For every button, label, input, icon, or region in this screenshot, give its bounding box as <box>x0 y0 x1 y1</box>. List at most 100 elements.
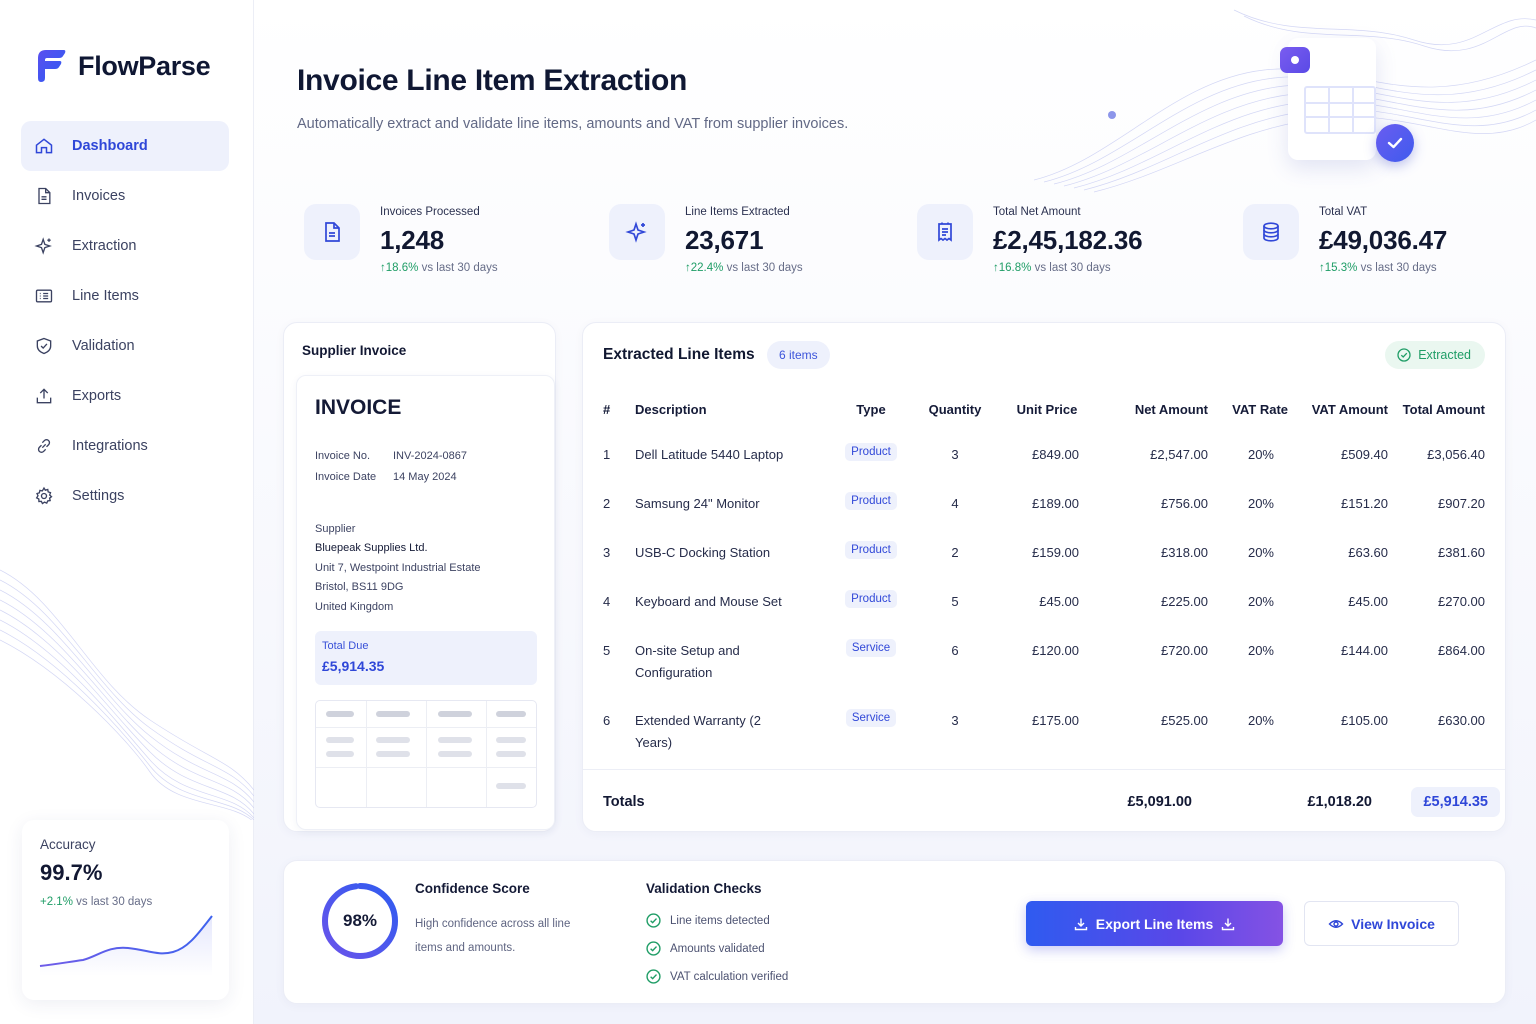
sidebar-nav: Dashboard Invoices Extraction Line Items… <box>21 121 229 521</box>
table-row[interactable]: 2 Samsung 24" Monitor Product 4 £189.00 … <box>583 478 1505 527</box>
stat-label: Invoices Processed <box>380 206 480 218</box>
totals-vat-amount: £1,018.20 <box>1307 794 1372 810</box>
sidebar-item-dashboard[interactable]: Dashboard <box>21 121 229 171</box>
validation-check-label: Amounts validated <box>670 942 765 955</box>
row-total-amount: £864.00 <box>1438 643 1485 658</box>
accuracy-delta-value: +2.1% <box>40 896 73 908</box>
document-icon <box>325 222 340 242</box>
sidebar-item-label: Exports <box>72 388 122 404</box>
stat-invoices-processed: Invoices Processed 1,248 ↑18.6% vs last … <box>304 204 498 274</box>
stat-delta-suffix: vs last 30 days <box>1360 262 1437 274</box>
stat-value: £2,45,182.36 <box>993 225 1143 255</box>
col-header-net-amount[interactable]: Net Amount <box>1097 389 1212 429</box>
validation-check-item: VAT calculation verified <box>646 969 788 984</box>
sidebar-item-extraction[interactable]: Extraction <box>21 221 229 271</box>
row-quantity: 3 <box>951 713 959 728</box>
col-header-vat-rate[interactable]: VAT Rate <box>1212 389 1292 429</box>
stat-total-vat: Total VAT £49,036.47 ↑15.3% vs last 30 d… <box>1243 204 1447 274</box>
export-button-label: Export Line Items <box>1095 915 1214 932</box>
stat-delta-value: 15.3% <box>1324 262 1358 274</box>
shield-check-icon <box>36 337 52 355</box>
sidebar-item-integrations[interactable]: Integrations <box>21 421 229 471</box>
stat-delta: ↑16.8% vs last 30 days <box>993 262 1142 274</box>
totals-label: Totals <box>603 794 645 810</box>
sidebar-item-line-items[interactable]: Line Items <box>21 271 229 321</box>
row-number: 4 <box>603 594 611 609</box>
row-vat-amount: £45.00 <box>1348 594 1388 609</box>
row-net-amount: £525.00 <box>1161 713 1208 728</box>
row-unit-price: £159.00 <box>1032 545 1079 560</box>
stat-label: Total Net Amount <box>993 206 1081 218</box>
stat-icon-box <box>917 204 973 260</box>
home-icon <box>35 138 53 154</box>
check-circle-icon <box>646 969 661 984</box>
export-line-items-button[interactable]: Export Line Items <box>1026 901 1283 946</box>
invoice-mini-table <box>315 700 537 808</box>
view-invoice-button[interactable]: View Invoice <box>1304 901 1459 946</box>
row-description: Extended Warranty (2 Years) <box>635 713 761 750</box>
header-wave-decoration <box>1034 9 1536 193</box>
row-description: On-site Setup and Configuration <box>635 643 740 680</box>
confidence-title: Confidence Score <box>415 881 530 896</box>
col-header-unit-price[interactable]: Unit Price <box>997 389 1097 429</box>
supplier-invoice-panel: Supplier Invoice INVOICE Invoice No. INV-… <box>283 322 556 832</box>
sidebar-item-exports[interactable]: Exports <box>21 371 229 421</box>
stat-delta-suffix: vs last 30 days <box>1034 262 1111 274</box>
accuracy-delta-suffix: vs last 30 days <box>76 896 153 908</box>
col-header-vat-amount[interactable]: VAT Amount <box>1292 389 1392 429</box>
eye-icon <box>1328 919 1344 928</box>
sidebar-item-label: Invoices <box>72 188 126 204</box>
row-description: Keyboard and Mouse Set <box>635 594 782 609</box>
col-header-quantity[interactable]: Quantity <box>913 389 997 429</box>
supplier-label: Supplier <box>315 523 356 535</box>
sidebar-item-validation[interactable]: Validation <box>21 321 229 371</box>
totals-row: Totals £5,091.00 £1,018.20 £5,914.35 <box>583 769 1505 833</box>
table-row[interactable]: 6 Extended Warranty (2 Years) Service 3 … <box>583 695 1505 765</box>
total-due-box: Total Due £5,914.35 <box>315 631 537 685</box>
table-header-row: # Description Type Quantity Unit Price N… <box>583 389 1505 429</box>
table-row[interactable]: 5 On-site Setup and Configuration Servic… <box>583 625 1505 695</box>
flowparse-logo-icon <box>38 50 66 82</box>
document-icon <box>38 187 51 205</box>
sparkle-icon <box>625 221 647 243</box>
invoice-document-preview[interactable]: INVOICE Invoice No. INV-2024-0867 Invoice… <box>296 375 555 830</box>
extracted-status-badge: Extracted <box>1385 341 1485 369</box>
sidebar-item-label: Dashboard <box>72 138 148 154</box>
totals-net-amount: £5,091.00 <box>1127 794 1192 810</box>
table-row[interactable]: 1 Dell Latitude 5440 Laptop Product 3 £8… <box>583 429 1505 478</box>
col-header-type[interactable]: Type <box>829 389 913 429</box>
sidebar-item-invoices[interactable]: Invoices <box>21 171 229 221</box>
check-circle-icon <box>646 913 661 928</box>
stat-line-items-extracted: Line Items Extracted 23,671 ↑22.4% vs la… <box>609 204 803 274</box>
row-vat-amount: £151.20 <box>1341 496 1388 511</box>
row-net-amount: £2,547.00 <box>1150 447 1208 462</box>
col-header-total-amount[interactable]: Total Amount <box>1392 389 1505 429</box>
sidebar-item-settings[interactable]: Settings <box>21 471 229 521</box>
row-net-amount: £225.00 <box>1161 594 1208 609</box>
stat-delta-value: 18.6% <box>385 262 419 274</box>
accuracy-value: 99.7% <box>40 860 103 885</box>
supplier-address-line-2: Bristol, BS11 9DG <box>315 581 404 593</box>
gear-icon <box>35 486 53 505</box>
upload-icon <box>36 388 52 404</box>
extracted-line-items-panel: Extracted Line Items 6 items Extracted #… <box>582 322 1506 832</box>
row-net-amount: £720.00 <box>1161 643 1208 658</box>
sidebar-item-label: Extraction <box>72 238 137 254</box>
items-count-badge: 6 items <box>767 341 830 369</box>
supplier-address-line-1: Unit 7, Westpoint Industrial Estate <box>315 562 481 574</box>
validation-check-item: Line items detected <box>646 913 770 928</box>
col-header-description[interactable]: Description <box>631 389 829 429</box>
table-row[interactable]: 3 USB-C Docking Station Product 2 £159.0… <box>583 527 1505 576</box>
row-vat-rate: 20% <box>1247 496 1274 511</box>
type-badge: Service <box>845 709 897 727</box>
invoice-number: INV-2024-0867 <box>393 450 467 462</box>
stat-label: Line Items Extracted <box>685 206 790 218</box>
brand[interactable]: FlowParse <box>34 48 211 84</box>
receipt-icon <box>938 222 952 242</box>
row-quantity: 5 <box>951 594 959 609</box>
stat-value: £49,036.47 <box>1319 225 1448 255</box>
check-circle-icon <box>646 941 661 956</box>
row-total-amount: £3,056.40 <box>1427 447 1485 462</box>
table-row[interactable]: 4 Keyboard and Mouse Set Product 5 £45.0… <box>583 576 1505 625</box>
accuracy-sparkline <box>39 915 213 976</box>
